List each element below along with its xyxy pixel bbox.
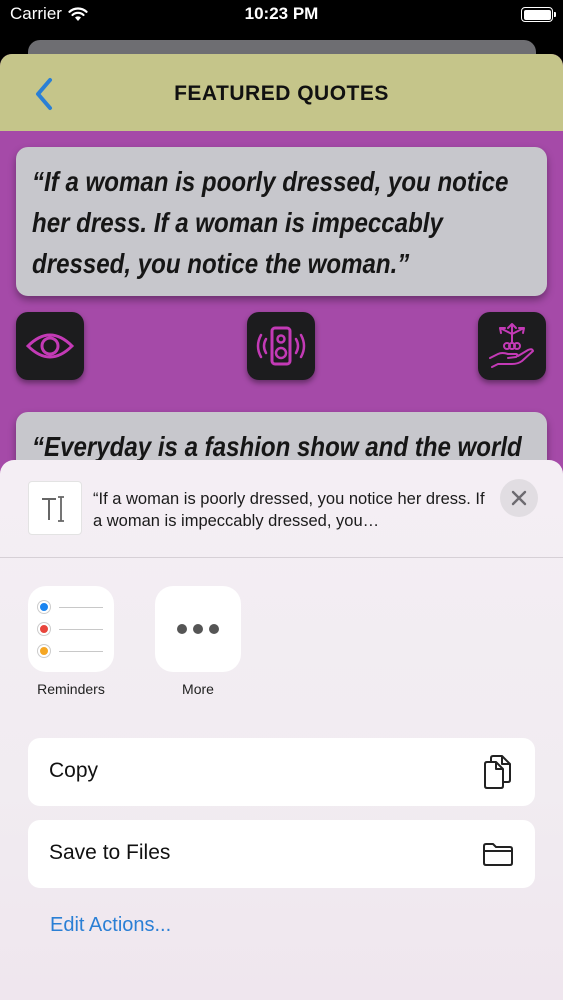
navigation-bar: FEATURED QUOTES <box>0 54 563 131</box>
speak-button[interactable] <box>247 312 315 380</box>
close-button[interactable] <box>500 479 538 517</box>
more-icon <box>155 586 241 672</box>
action-label: Copy <box>49 759 99 782</box>
reminder-row <box>38 645 103 657</box>
battery-fill <box>523 9 551 20</box>
reminders-icon <box>28 586 114 672</box>
reminder-row <box>38 601 103 613</box>
hand-share-icon <box>489 323 534 368</box>
app-label: More <box>182 681 214 697</box>
share-sheet: “If a woman is poorly dressed, you notic… <box>0 460 563 1000</box>
eye-icon <box>25 333 75 359</box>
battery-icon <box>521 7 556 22</box>
status-bar: Carrier 10:23 PM <box>0 0 563 30</box>
copy-icon <box>481 754 515 790</box>
preview-text: “If a woman is poorly dressed, you notic… <box>93 490 485 530</box>
status-time: 10:23 PM <box>244 4 319 23</box>
close-icon <box>511 490 527 506</box>
app-label: Reminders <box>37 681 105 697</box>
battery-nub <box>554 12 556 17</box>
action-label: Save to Files <box>49 841 171 864</box>
reminder-row <box>38 623 103 635</box>
share-app-reminders[interactable]: Reminders <box>28 586 116 697</box>
text-document-icon <box>28 481 82 535</box>
view-button[interactable] <box>16 312 84 380</box>
share-button[interactable] <box>478 312 546 380</box>
quote-text: “If a woman is poorly dressed, you notic… <box>32 166 509 279</box>
edit-actions-link[interactable]: Edit Actions... <box>50 914 171 937</box>
page-title: FEATURED QUOTES <box>174 82 389 105</box>
speaker-icon <box>256 326 306 366</box>
folder-icon <box>481 836 515 872</box>
quote-card[interactable]: “If a woman is poorly dressed, you notic… <box>16 147 547 296</box>
copy-action[interactable]: Copy <box>28 738 535 806</box>
share-app-more[interactable]: More <box>155 586 243 697</box>
share-preview: “If a woman is poorly dressed, you notic… <box>0 460 563 558</box>
save-to-files-action[interactable]: Save to Files <box>28 820 535 888</box>
